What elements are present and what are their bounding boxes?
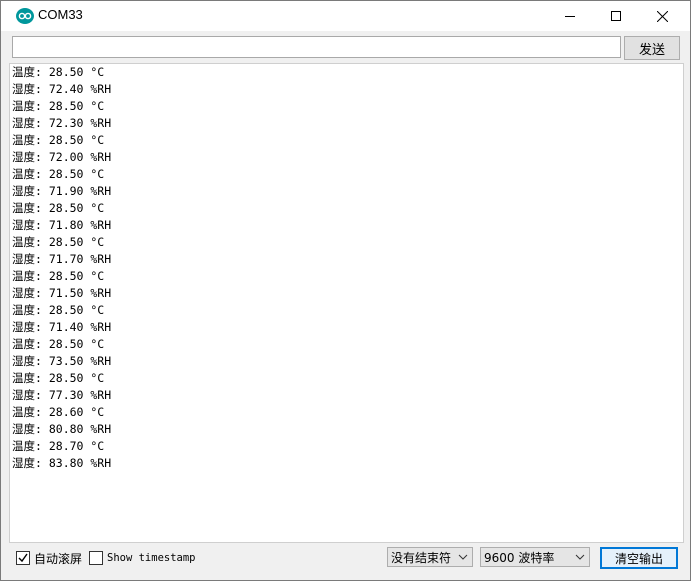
output-line: 温度: 28.50 °C bbox=[12, 269, 105, 283]
minimize-icon bbox=[565, 16, 575, 17]
timestamp-label: Show timestamp bbox=[107, 552, 196, 564]
output-line: 温度: 28.50 °C bbox=[12, 167, 105, 181]
output-line: 湿度: 72.00 %RH bbox=[12, 150, 112, 164]
send-button[interactable]: 发送 bbox=[624, 36, 680, 60]
line-ending-select[interactable]: 没有结束符 bbox=[387, 547, 473, 567]
line-ending-value: 没有结束符 bbox=[391, 550, 452, 565]
output-line: 湿度: 72.40 %RH bbox=[12, 82, 112, 96]
output-line: 湿度: 71.50 %RH bbox=[12, 286, 112, 300]
output-line: 湿度: 77.30 %RH bbox=[12, 388, 112, 402]
output-line: 温度: 28.50 °C bbox=[12, 99, 105, 113]
close-button[interactable] bbox=[639, 1, 685, 31]
chevron-down-icon bbox=[575, 554, 585, 560]
close-icon bbox=[656, 10, 668, 22]
checkmark-icon bbox=[18, 553, 28, 563]
output-line: 温度: 28.50 °C bbox=[12, 371, 105, 385]
baud-rate-value: 9600 波特率 bbox=[484, 550, 555, 565]
output-line: 湿度: 71.70 %RH bbox=[12, 252, 112, 266]
output-line: 温度: 28.50 °C bbox=[12, 235, 105, 249]
output-line: 湿度: 72.30 %RH bbox=[12, 116, 112, 130]
output-line: 温度: 28.70 °C bbox=[12, 439, 105, 453]
autoscroll-checkbox[interactable] bbox=[16, 551, 30, 565]
maximize-button[interactable] bbox=[593, 1, 639, 31]
maximize-icon bbox=[611, 11, 621, 21]
output-line: 湿度: 73.50 %RH bbox=[12, 354, 112, 368]
output-line: 温度: 28.50 °C bbox=[12, 65, 105, 79]
clear-output-button[interactable]: 清空输出 bbox=[600, 547, 678, 569]
serial-output-area[interactable]: 温度: 28.50 °C 湿度: 72.40 %RH 温度: 28.50 °C 湿度:… bbox=[9, 63, 684, 543]
output-line: 温度: 28.60 °C bbox=[12, 405, 105, 419]
baud-rate-select[interactable]: 9600 波特率 bbox=[480, 547, 590, 567]
window-title: COM33 bbox=[38, 7, 83, 22]
output-line: 湿度: 80.80 %RH bbox=[12, 422, 112, 436]
serial-monitor-window: COM33 发送 温度: 28.50 °C 湿度: 72.40 %RH 温度: 28… bbox=[0, 0, 691, 581]
autoscroll-label: 自动滚屏 bbox=[34, 551, 83, 566]
status-bar: 自动滚屏 Show timestamp 没有结束符 9600 波特率 清空输出 bbox=[1, 542, 690, 580]
arduino-logo-icon bbox=[16, 8, 34, 24]
output-line: 湿度: 71.90 %RH bbox=[12, 184, 112, 198]
send-toolbar: 发送 bbox=[1, 31, 690, 63]
chevron-down-icon bbox=[458, 554, 468, 560]
output-line: 湿度: 83.80 %RH bbox=[12, 456, 112, 470]
output-line: 温度: 28.50 °C bbox=[12, 133, 105, 147]
title-bar[interactable]: COM33 bbox=[1, 1, 690, 31]
output-line: 温度: 28.50 °C bbox=[12, 303, 105, 317]
timestamp-checkbox[interactable] bbox=[89, 551, 103, 565]
minimize-button[interactable] bbox=[547, 1, 593, 31]
output-line: 温度: 28.50 °C bbox=[12, 201, 105, 215]
output-line: 温度: 28.50 °C bbox=[12, 337, 105, 351]
output-line: 湿度: 71.40 %RH bbox=[12, 320, 112, 334]
output-line: 湿度: 71.80 %RH bbox=[12, 218, 112, 232]
autoscroll-toggle[interactable]: 自动滚屏 bbox=[16, 550, 82, 566]
timestamp-toggle[interactable]: Show timestamp bbox=[89, 550, 196, 566]
send-input[interactable] bbox=[12, 36, 621, 58]
